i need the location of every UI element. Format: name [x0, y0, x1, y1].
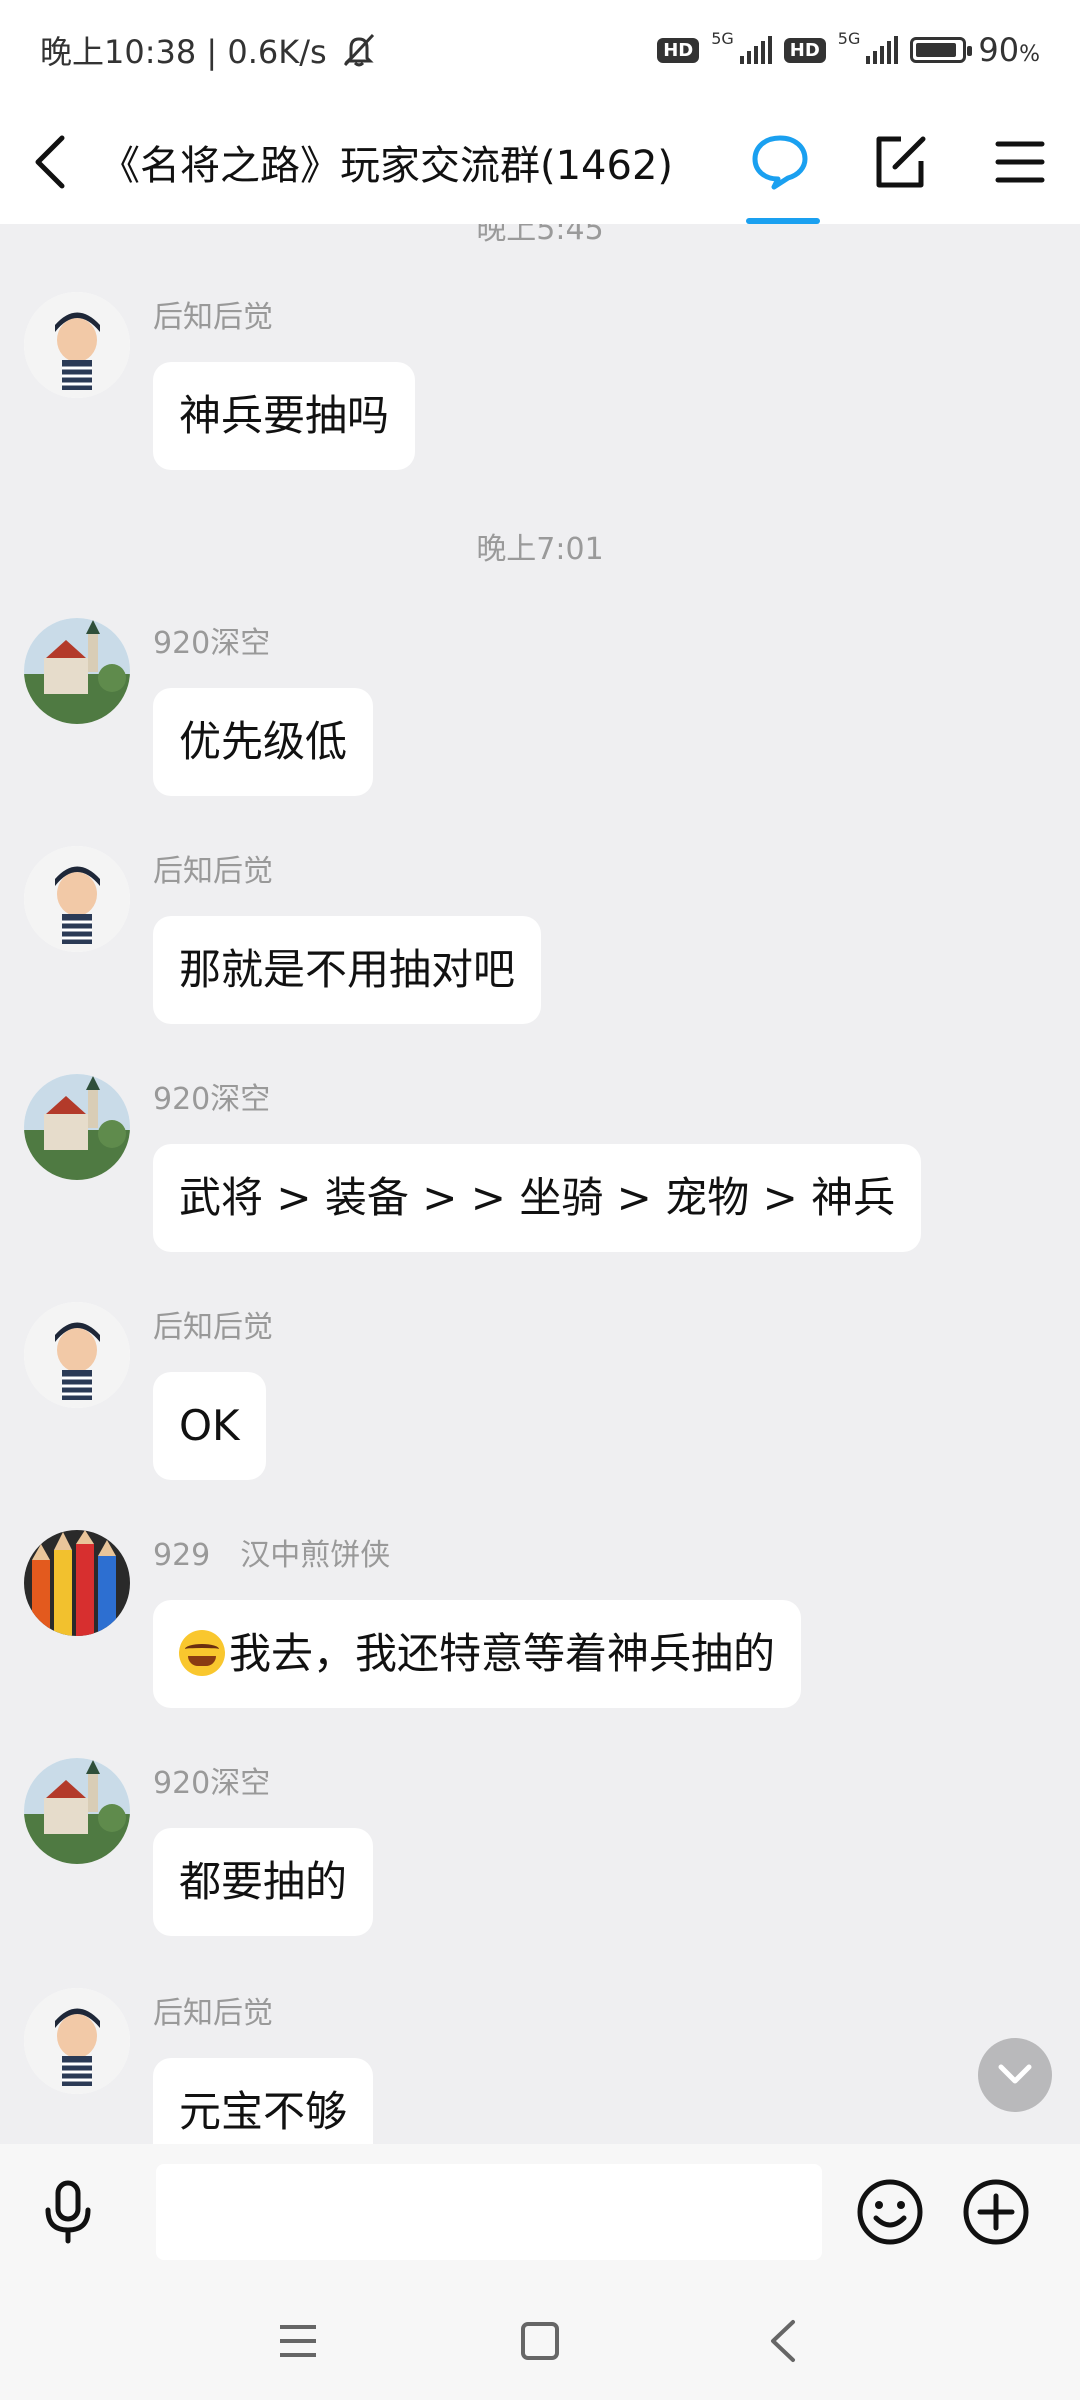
avatar[interactable]	[24, 846, 130, 952]
sender-name[interactable]: 920深空	[153, 618, 270, 662]
avatar[interactable]	[24, 292, 130, 398]
sender-title-tag: 汉中煎饼侠	[240, 1538, 391, 1573]
nav-back-icon	[771, 2320, 795, 2362]
message-bubble[interactable]: OK	[153, 1372, 266, 1480]
message-bubble[interactable]: 神兵要抽吗	[153, 362, 416, 470]
avatar[interactable]	[24, 1758, 130, 1864]
mute-bell-icon	[343, 33, 374, 67]
status-time-speed: 晚上10:38 | 0.6K/s	[40, 33, 327, 71]
system-nav-bar	[0, 2280, 1080, 2400]
signal-icon-2	[866, 36, 899, 64]
nav-home-icon	[521, 2322, 559, 2360]
status-right: HD 5G HD 5G 90%	[657, 28, 1040, 69]
message-bubble[interactable]: 元宝不够	[153, 2058, 374, 2144]
laughing-emoji-icon	[179, 1629, 225, 1676]
voice-button[interactable]	[36, 2180, 100, 2244]
back-arrow-icon	[35, 135, 65, 189]
message-bubble[interactable]: 武将 > 装备 > > 坐骑 > 宠物 > 神兵	[153, 1144, 922, 1252]
timestamp: 晚上5:45	[476, 224, 604, 247]
group-title[interactable]: 《名将之路》玩家交流群(1462)	[100, 133, 673, 191]
scroll-down-button[interactable]	[978, 2038, 1052, 2112]
avatar[interactable]	[24, 1530, 130, 1636]
emoji-button[interactable]	[856, 2178, 924, 2246]
more-button[interactable]	[962, 2178, 1030, 2246]
chat-bubble-icon	[752, 135, 808, 190]
sender-name[interactable]: 后知后觉	[153, 1988, 273, 2032]
back-button[interactable]	[0, 100, 100, 224]
message-bubble[interactable]: 优先级低	[153, 688, 374, 796]
edit-icon	[876, 136, 926, 188]
menu-icon	[995, 141, 1045, 183]
chat-header: 《名将之路》玩家交流群(1462)	[0, 100, 1080, 224]
sender-name[interactable]: 920深空	[153, 1758, 270, 1802]
nav-menu-icon	[280, 2325, 316, 2357]
sender-name[interactable]: 后知后觉	[153, 292, 273, 336]
hd-badge-2: HD	[783, 37, 826, 63]
microphone-icon	[45, 2180, 91, 2244]
status-bar: 晚上10:38 | 0.6K/s HD 5G HD 5G 90%	[0, 0, 1080, 100]
sender-name[interactable]: 后知后觉	[153, 846, 273, 890]
input-bar	[0, 2144, 1080, 2280]
avatar[interactable]	[24, 1074, 130, 1180]
timestamp: 晚上7:01	[476, 532, 604, 567]
smiley-icon	[857, 2179, 923, 2245]
battery-icon	[910, 37, 973, 63]
edit-button[interactable]	[840, 100, 960, 224]
message-bubble[interactable]: 那就是不用抽对吧	[153, 916, 542, 1024]
avatar[interactable]	[24, 618, 130, 724]
battery-percent: 90%	[978, 31, 1040, 69]
nav-back-button[interactable]	[757, 2316, 807, 2366]
sender-name[interactable]: 929 汉中煎饼侠	[153, 1530, 390, 1574]
sender-name[interactable]: 后知后觉	[153, 1302, 273, 1346]
avatar[interactable]	[24, 1302, 130, 1408]
network-gen-1: 5G	[711, 28, 734, 48]
header-actions	[720, 100, 1080, 224]
avatar[interactable]	[24, 1988, 130, 2094]
status-left: 晚上10:38 | 0.6K/s	[40, 27, 379, 73]
hd-badge-1: HD	[657, 37, 700, 63]
nav-menu-button[interactable]	[273, 2316, 323, 2366]
sender-name[interactable]: 920深空	[153, 1074, 270, 1118]
plus-circle-icon	[963, 2179, 1029, 2245]
message-input[interactable]	[156, 2164, 822, 2260]
nav-home-button[interactable]	[515, 2316, 565, 2366]
message-bubble[interactable]: 都要抽的	[153, 1828, 374, 1936]
network-gen-2: 5G	[837, 28, 861, 48]
menu-button[interactable]	[960, 100, 1080, 224]
scroll-down-icon	[998, 2064, 1032, 2084]
chat-area[interactable]: 晚上5:45 后知后觉 神兵要抽吗 晚上7:01 920深空 优先级低 后知后觉…	[0, 224, 1080, 2144]
battery-fill	[916, 43, 957, 57]
message-bubble[interactable]: 我去，我还特意等着神兵抽的	[153, 1600, 802, 1708]
tab-chat[interactable]	[720, 100, 840, 224]
signal-icon	[739, 36, 772, 64]
